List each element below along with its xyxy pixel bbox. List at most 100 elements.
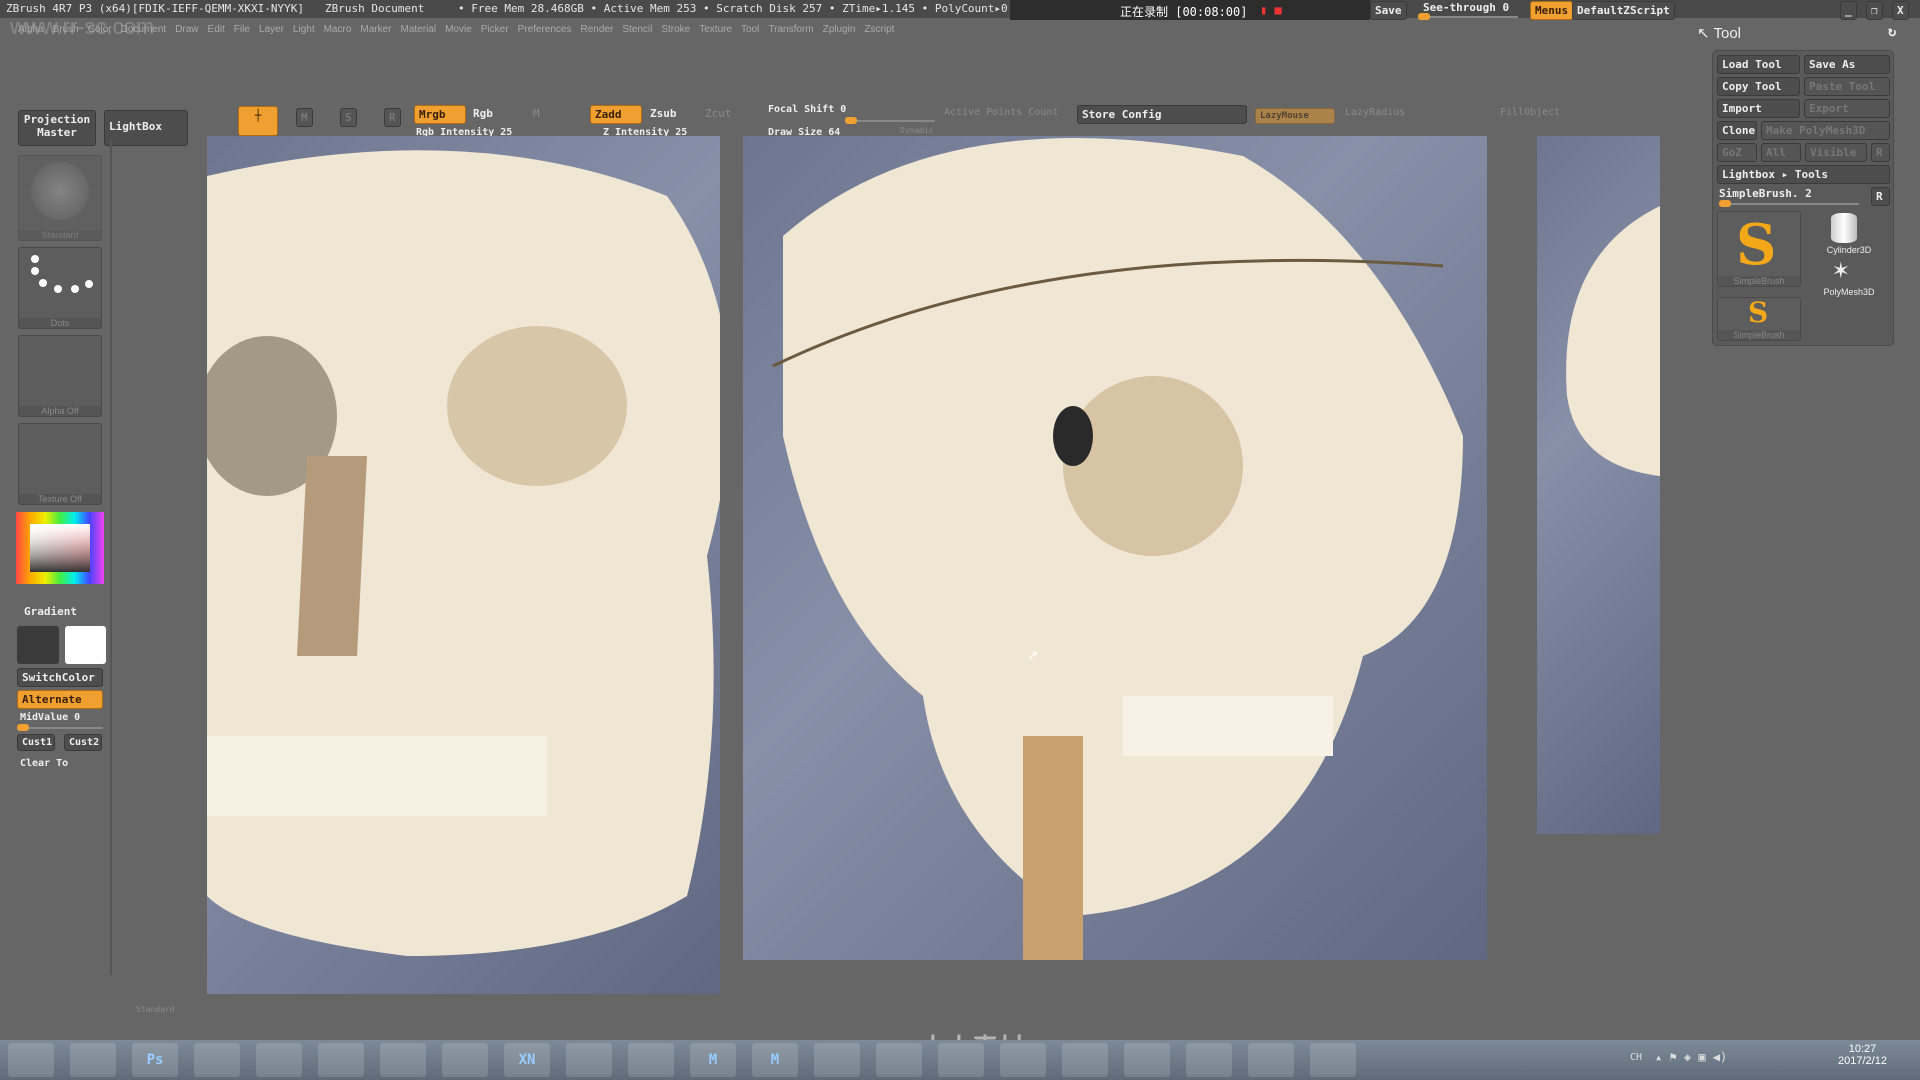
menu-light[interactable]: Light [293,24,315,35]
refresh-icon[interactable]: ↻ [1888,24,1896,40]
taskbar-app-ie2[interactable]: ie2 [1062,1043,1108,1077]
taskbar-app-ie-green[interactable]: ie-green [70,1043,116,1077]
all-button[interactable]: All [1761,143,1801,162]
menus-button[interactable]: Menus [1530,1,1574,20]
color-picker[interactable] [16,512,104,584]
taskbar-app-m[interactable]: M [752,1043,798,1077]
mrgb-button[interactable]: Mrgb [414,105,466,124]
minimize-button[interactable]: _ [1840,1,1857,20]
taskbar-app-app5[interactable]: app5 [1186,1043,1232,1077]
taskbar-app-ie[interactable]: ie [194,1043,240,1077]
scale-button[interactable]: S [340,108,357,127]
tool-slider[interactable] [1719,200,1859,207]
secondary-color-swatch[interactable] [17,626,59,664]
cust1-button[interactable]: Cust1 [17,734,55,751]
tool-name[interactable]: PolyMesh3D [1809,287,1889,297]
export-button[interactable]: Export [1804,99,1890,118]
fillobject-button[interactable]: FillObject [1500,107,1560,118]
taskbar-app-notepad[interactable]: notepad [380,1043,426,1077]
m-button[interactable]: M [533,107,540,120]
menu-picker[interactable]: Picker [481,24,509,35]
tool-thumb-simplebrush[interactable]: S SimpleBrush [1717,211,1801,287]
taskbar-app-ps[interactable]: Ps [132,1043,178,1077]
menu-draw[interactable]: Draw [175,24,198,35]
import-button[interactable]: Import [1717,99,1800,118]
alternate-button[interactable]: Alternate [17,690,103,709]
lightbox-button[interactable]: LightBox [104,110,188,146]
taskbar-app-app7[interactable]: app7 [1310,1043,1356,1077]
taskbar-app-chrome2[interactable]: chrome2 [876,1043,922,1077]
stop-icon[interactable]: ▮ ■ [1260,3,1282,17]
load-tool-button[interactable]: Load Tool [1717,55,1800,74]
tray-icons[interactable]: ▴ ⚑ ◈ ▣ ◀) [1655,1050,1727,1064]
menu-zplugin[interactable]: Zplugin [823,24,856,35]
language-indicator[interactable]: CH [1630,1052,1642,1063]
draw-button[interactable]: ┼ [238,106,278,136]
bottom-brush-label[interactable]: Standard [136,1005,175,1014]
midvalue-slider[interactable] [17,724,103,731]
zadd-button[interactable]: Zadd [590,105,642,124]
menu-file[interactable]: File [234,24,250,35]
taskbar-app-app3[interactable]: app3 [1000,1043,1046,1077]
restore-button[interactable]: ❐ [1866,1,1883,20]
taskbar-app-start[interactable]: start [8,1043,54,1077]
cylinder3d-icon[interactable] [1831,213,1857,243]
taskbar-app-media[interactable]: media [318,1043,364,1077]
gradient-label[interactable]: Gradient [24,605,77,618]
menu-stroke[interactable]: Stroke [661,24,690,35]
visible-button[interactable]: Visible [1805,143,1867,162]
texture-thumbnail[interactable]: Texture Off [18,423,102,505]
lazymouse-button[interactable]: LazyMouse [1255,108,1335,124]
stroke-thumbnail[interactable]: Dots [18,247,102,329]
cust2-button[interactable]: Cust2 [64,734,102,751]
main-color-swatch[interactable] [65,626,106,664]
alpha-thumbnail[interactable]: Alpha Off [18,335,102,417]
taskbar-app-feather[interactable]: feather [442,1043,488,1077]
taskbar-app-app6[interactable]: app6 [1248,1043,1294,1077]
menu-zscript[interactable]: Zscript [864,24,894,35]
projection-master-button[interactable]: Projection Master [18,110,96,146]
focal-shift-slider[interactable] [845,117,935,124]
save-button[interactable]: Save [1370,1,1407,20]
tool-name[interactable]: Cylinder3D [1809,245,1889,255]
switchcolor-button[interactable]: SwitchColor [17,668,103,687]
menu-material[interactable]: Material [401,24,437,35]
tool-r-button[interactable]: R [1871,187,1890,206]
taskbar-app-app2[interactable]: app2 [938,1043,984,1077]
menu-tool[interactable]: Tool [741,24,759,35]
goz-button[interactable]: GoZ [1717,143,1757,162]
paste-tool-button[interactable]: Paste Tool [1804,77,1890,96]
store-config-button[interactable]: Store Config [1077,105,1247,124]
menu-transform[interactable]: Transform [768,24,813,35]
goz-r-button[interactable]: R [1871,143,1890,162]
taskbar-app-app4[interactable]: app4 [1124,1043,1170,1077]
zsub-button[interactable]: Zsub [650,107,677,120]
dynamic-button[interactable]: Dynamic [900,126,934,135]
tool-pin-icon[interactable]: ↖ [1697,25,1710,42]
default-zscript-button[interactable]: DefaultZScript [1572,1,1675,20]
clear-to-button[interactable]: Clear To [20,758,68,769]
lazyradius-label[interactable]: LazyRadius [1345,107,1405,118]
rgb-button[interactable]: Rgb [473,107,493,120]
menu-marker[interactable]: Marker [360,24,391,35]
clock[interactable]: 10:27 2017/2/12 [1838,1043,1887,1067]
move-button[interactable]: M [296,108,313,127]
menu-color[interactable]: Color [88,24,112,35]
color-square[interactable] [30,524,90,572]
menu-render[interactable]: Render [581,24,614,35]
menu-edit[interactable]: Edit [208,24,225,35]
menu-stencil[interactable]: Stencil [622,24,652,35]
polymesh3d-star-icon[interactable]: ✶ [1833,255,1849,285]
tool-thumb-simplebrush-small[interactable]: S SimpleBrush [1717,296,1801,341]
taskbar-app-chrome[interactable]: chrome [566,1043,612,1077]
zcut-button[interactable]: Zcut [705,107,732,120]
brush-thumbnail[interactable]: Standard [18,155,102,241]
taskbar-app-xn[interactable]: XN [504,1043,550,1077]
menu-macro[interactable]: Macro [324,24,352,35]
rotate-button[interactable]: R [384,108,401,127]
menu-texture[interactable]: Texture [699,24,732,35]
taskbar-app-explorer[interactable]: explorer [256,1043,302,1077]
menu-preferences[interactable]: Preferences [518,24,572,35]
taskbar-app-m[interactable]: M [690,1043,736,1077]
menu-alpha[interactable]: Alpha [18,24,44,35]
